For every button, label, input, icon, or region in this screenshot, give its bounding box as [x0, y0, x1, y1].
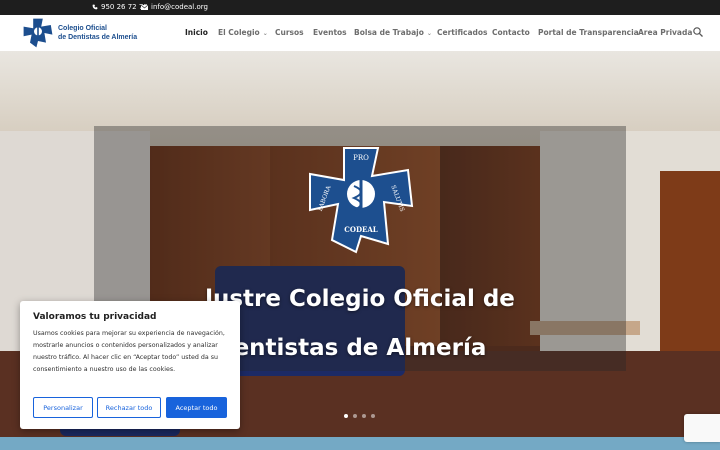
recaptcha-badge[interactable] — [684, 414, 720, 442]
emblem-text-bottom: CODEAL — [344, 225, 378, 234]
logo-line-2: de Dentistas de Almería — [58, 34, 138, 41]
nav-label: Eventos — [313, 28, 347, 37]
nav-eventos[interactable]: Eventos — [313, 28, 347, 37]
nav-label: Certificados — [437, 28, 488, 37]
accept-all-button[interactable]: Aceptar todo — [166, 397, 227, 418]
nav-portal-de-transparencia[interactable]: Portal de Transparencia — [538, 28, 639, 37]
nav-label: El Colegio — [218, 28, 260, 37]
email-contact[interactable]: info@codeal.org — [141, 3, 208, 11]
reject-all-button[interactable]: Rechazar todo — [97, 397, 161, 418]
emblem-text-top: PRO — [353, 154, 369, 162]
nav-contacto[interactable]: Contacto — [492, 28, 530, 37]
nav-label: Portal de Transparencia — [538, 28, 639, 37]
site-logo[interactable]: Colegio Oficial de Dentistas de Almería — [22, 17, 137, 49]
codeal-emblem-icon: PRO CODEAL LABORA SALUTIS — [309, 147, 414, 254]
nav-inicio[interactable]: Inicio — [185, 28, 208, 37]
nav-label: Area Privada — [638, 28, 693, 37]
phone-icon — [92, 4, 98, 10]
cookie-consent-banner: Valoramos tu privacidad Usamos cookies p… — [20, 301, 240, 429]
site-header: Colegio Oficial de Dentistas de Almería … — [0, 15, 720, 52]
customize-button[interactable]: Personalizar — [33, 397, 93, 418]
nav-label: Cursos — [275, 28, 304, 37]
envelope-icon — [141, 4, 148, 10]
nav-bolsa-de-trabajo[interactable]: Bolsa de Trabajo ⌄ — [354, 28, 432, 37]
nav-label: Inicio — [185, 28, 208, 37]
logo-line-1: Colegio Oficial — [58, 25, 108, 32]
phone-contact[interactable]: 950 26 72 78 — [92, 3, 148, 11]
slider-dot[interactable] — [371, 414, 375, 418]
top-bar: 950 26 72 78 info@codeal.org — [0, 0, 720, 15]
slider-dot[interactable] — [344, 414, 348, 418]
codeal-emblem-icon — [23, 18, 53, 48]
nav-cursos[interactable]: Cursos — [275, 28, 304, 37]
chevron-down-icon: ⌄ — [426, 30, 432, 37]
section-strip — [0, 437, 720, 450]
nav-area-privada[interactable]: Area Privada — [638, 28, 692, 37]
cookie-body: Usamos cookies para mejorar su experienc… — [33, 330, 225, 373]
slider-dots — [344, 414, 375, 418]
slider-dot[interactable] — [353, 414, 357, 418]
email-address: info@codeal.org — [151, 3, 208, 11]
slider-dot[interactable] — [362, 414, 366, 418]
nav-label: Bolsa de Trabajo — [354, 28, 424, 37]
nav-el-colegio[interactable]: El Colegio ⌄ — [218, 28, 268, 37]
nav-certificados[interactable]: Certificados — [437, 28, 488, 37]
cookie-title: Valoramos tu privacidad — [33, 312, 157, 322]
search-icon[interactable] — [692, 26, 704, 38]
nav-label: Contacto — [492, 28, 530, 37]
chevron-down-icon: ⌄ — [262, 30, 268, 37]
